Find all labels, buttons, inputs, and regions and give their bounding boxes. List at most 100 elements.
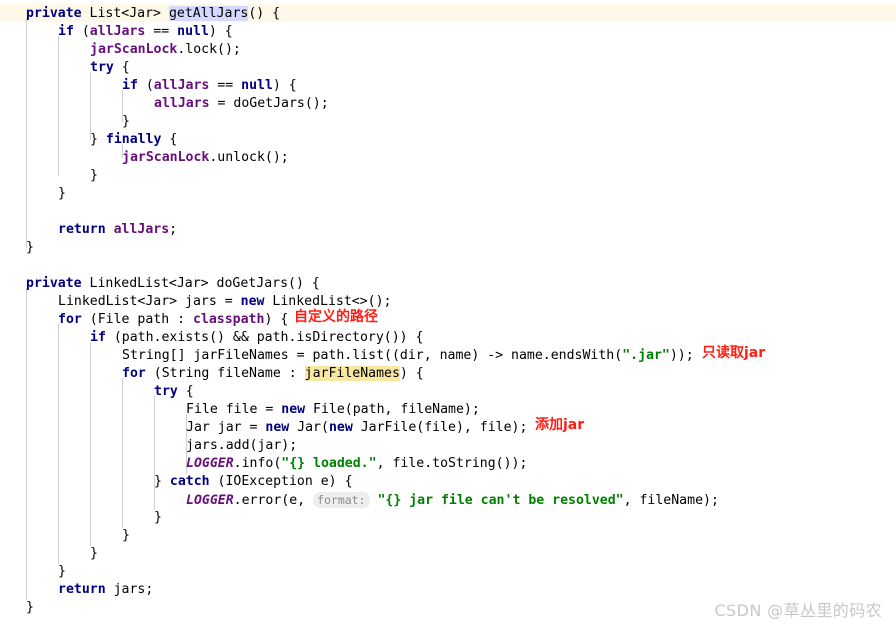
code-token: = doGetJars(); <box>209 96 329 111</box>
code-token: LOGGER <box>186 493 234 508</box>
code-token: jarScanLock <box>90 42 178 57</box>
code-token: { <box>161 132 178 147</box>
code-token: .lock(); <box>177 42 241 57</box>
code-token: } <box>154 474 170 489</box>
code-token: for <box>122 366 146 381</box>
code-token: ( <box>73 24 90 39</box>
code-token: } <box>58 186 66 201</box>
code-token: ) { <box>208 24 233 39</box>
code-token: Jar jar = <box>186 420 266 435</box>
code-token: } <box>122 114 130 129</box>
code-token: "{} loaded." <box>281 456 377 471</box>
code-line[interactable]: } <box>26 185 66 203</box>
code-token: LinkedList<Jar> doGetJars() { <box>81 276 320 291</box>
code-token: Jar( <box>289 420 329 435</box>
code-line[interactable]: } finally { <box>26 131 177 149</box>
code-line[interactable]: } <box>26 113 130 131</box>
code-token-occ-ident: jarFileNames <box>304 366 400 381</box>
code-token: "{} jar file can't be resolved" <box>377 493 624 508</box>
code-token: allJars <box>89 24 146 39</box>
note-custom-path: 自定义的路径 <box>294 309 378 325</box>
code-line[interactable]: } <box>26 527 130 545</box>
code-line[interactable]: } <box>26 563 66 581</box>
code-token: null <box>241 78 273 93</box>
code-line[interactable]: jars.add(jar); <box>26 437 297 455</box>
code-token: (path.exists() && path.isDirectory()) { <box>105 330 424 345</box>
code-token: LinkedList<>(); <box>264 294 392 309</box>
code-token: if <box>58 24 74 39</box>
code-line[interactable]: return jars; <box>26 581 153 599</box>
code-token: ) { <box>399 366 424 381</box>
code-token: new <box>281 402 306 417</box>
code-line[interactable]: if (allJars == null) { <box>26 23 233 41</box>
code-line[interactable]: for (String fileName : jarFileNames) { <box>26 365 424 383</box>
code-content[interactable]: private List<Jar> getAllJars() {if (allJ… <box>0 0 896 626</box>
code-line[interactable]: return allJars; <box>26 221 177 239</box>
code-token: catch <box>169 474 210 489</box>
code-token: if <box>90 330 106 345</box>
code-token: if <box>122 78 138 93</box>
code-token-sel-ident: getAllJars <box>168 6 249 21</box>
code-token: == <box>145 24 178 39</box>
code-token: .unlock(); <box>209 150 289 165</box>
code-line[interactable]: } <box>26 545 98 563</box>
code-token: } <box>90 546 98 561</box>
code-token: } <box>90 168 98 183</box>
code-token: try <box>154 384 178 399</box>
code-line[interactable]: } <box>26 509 162 527</box>
code-token: } <box>90 132 106 147</box>
code-token: private <box>26 276 82 291</box>
code-line[interactable]: if (path.exists() && path.isDirectory())… <box>26 329 423 347</box>
code-token: private <box>26 6 82 21</box>
code-line[interactable]: if (allJars == null) { <box>26 77 297 95</box>
code-line[interactable]: try { <box>26 59 130 77</box>
code-line[interactable]: } <box>26 239 34 257</box>
code-line[interactable]: jarScanLock.lock(); <box>26 41 241 59</box>
code-token: } <box>154 510 162 525</box>
code-line[interactable]: Jar jar = new Jar(new JarFile(file), fil… <box>26 419 527 437</box>
code-token: null <box>177 24 209 39</box>
code-token: String[] jarFileNames = path.list((dir, … <box>122 348 623 363</box>
code-token: , fileName); <box>623 493 719 508</box>
code-token: try <box>90 60 114 75</box>
code-token: new <box>240 294 265 309</box>
code-token: .info( <box>233 456 282 471</box>
code-line[interactable]: LOGGER.info("{} loaded.", file.toString(… <box>26 455 527 473</box>
code-token: (File path : <box>81 312 193 327</box>
code-token: , file.toString()); <box>376 456 528 471</box>
code-line[interactable]: String[] jarFileNames = path.list((dir, … <box>26 347 694 365</box>
code-token: LinkedList<Jar> jars = <box>58 294 241 309</box>
code-token: (String fileName : <box>145 366 305 381</box>
code-token: .error(e, <box>233 493 314 508</box>
code-token: (IOException e) { <box>209 474 353 489</box>
code-editor[interactable]: private List<Jar> getAllJars() {if (allJ… <box>0 0 896 626</box>
code-token: jars; <box>105 582 154 597</box>
note-only-jar: 只读取jar <box>702 345 766 361</box>
code-line[interactable]: } <box>26 167 98 185</box>
code-line[interactable]: File file = new File(path, fileName); <box>26 401 480 419</box>
code-token: new <box>328 420 353 435</box>
code-line[interactable]: try { <box>26 383 194 401</box>
code-token: } <box>122 528 130 543</box>
code-line[interactable]: for (File path : classpath) { <box>26 311 288 329</box>
code-line[interactable]: private LinkedList<Jar> doGetJars() { <box>26 275 320 293</box>
code-token: } <box>26 240 34 255</box>
code-token: List<Jar> <box>89 6 161 21</box>
code-line[interactable]: LOGGER.error(e, format: "{} jar file can… <box>26 491 719 509</box>
code-line[interactable]: } catch (IOException e) { <box>26 473 353 491</box>
note-add-jar: 添加jar <box>535 417 585 433</box>
code-token: allJars <box>113 222 170 237</box>
code-line[interactable]: allJars = doGetJars(); <box>26 95 329 113</box>
code-token: allJars <box>153 78 210 93</box>
csdn-watermark: CSDN @草丛里的码农 <box>714 601 882 620</box>
code-token: } <box>26 600 34 615</box>
code-token: return <box>58 582 106 597</box>
code-token: ) { <box>272 78 297 93</box>
code-token: ".jar" <box>622 348 670 363</box>
code-line[interactable]: } <box>26 599 34 617</box>
code-token: == <box>209 78 242 93</box>
code-line[interactable]: private List<Jar> getAllJars() { <box>26 5 280 23</box>
code-line[interactable]: jarScanLock.unlock(); <box>26 149 289 167</box>
code-token: { <box>113 60 130 75</box>
